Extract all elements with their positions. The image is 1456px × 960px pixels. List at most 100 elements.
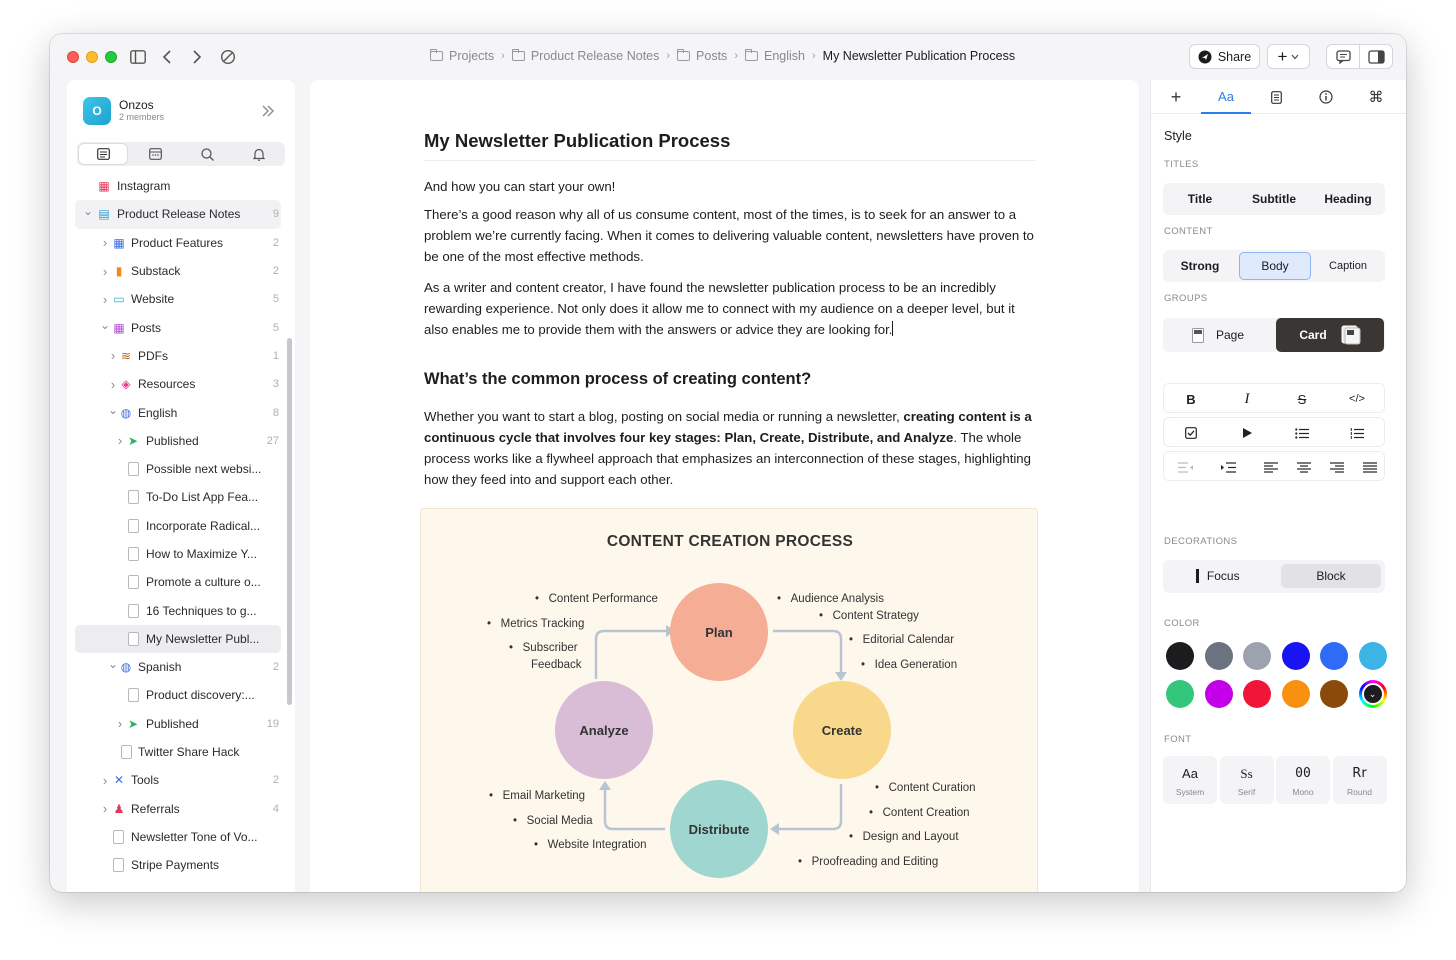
outdent-icon[interactable]: [1164, 452, 1207, 482]
minimize-window-button[interactable]: [86, 51, 98, 63]
color-swatch[interactable]: [1204, 642, 1233, 670]
chevron-right-icon[interactable]: ›: [100, 292, 110, 307]
color-swatch[interactable]: [1281, 680, 1310, 708]
chevron-right-icon[interactable]: ›: [100, 235, 110, 250]
tab-info[interactable]: [1301, 80, 1351, 114]
style-body-button[interactable]: Body: [1239, 252, 1311, 280]
tab-insert[interactable]: +: [1151, 80, 1201, 114]
double-chevron-right-icon[interactable]: [262, 104, 275, 122]
color-swatch[interactable]: [1243, 680, 1271, 708]
color-swatch[interactable]: [1204, 680, 1233, 708]
checkbox-icon[interactable]: [1164, 418, 1218, 448]
italic-icon[interactable]: I: [1220, 384, 1274, 414]
bell-icon[interactable]: [235, 144, 283, 164]
search-icon[interactable]: [183, 144, 231, 164]
sidebar-item[interactable]: To-Do List App Fea...: [67, 483, 289, 511]
content-process-figure[interactable]: CONTENT CREATION PROCESS Plan Create Dis…: [420, 508, 1038, 892]
code-icon[interactable]: </>: [1330, 384, 1384, 414]
style-heading-button[interactable]: Heading: [1313, 185, 1383, 213]
calendar-view-icon[interactable]: [131, 144, 179, 164]
color-swatch[interactable]: [1166, 642, 1194, 670]
add-menu-button[interactable]: +: [1267, 44, 1310, 69]
chevron-down-icon[interactable]: ⌄: [83, 204, 93, 218]
sidebar-item[interactable]: › ≋ PDFs 1: [67, 342, 289, 370]
sidebar-item[interactable]: › ➤ Published 19: [67, 710, 289, 738]
document-body[interactable]: My Newsletter Publication Process And ho…: [424, 130, 1036, 490]
indent-icon[interactable]: [1207, 452, 1250, 482]
decoration-block-button[interactable]: Block: [1281, 564, 1381, 588]
sidebar-item[interactable]: ⌄ ▤ Product Release Notes 9: [75, 200, 281, 229]
align-center-icon[interactable]: [1287, 452, 1320, 482]
color-swatch[interactable]: [1243, 642, 1271, 670]
chevron-down-icon[interactable]: ⌄: [108, 657, 118, 671]
chevron-right-icon[interactable]: ›: [108, 377, 118, 392]
sidebar-scrollbar[interactable]: [287, 338, 292, 705]
color-swatch[interactable]: [1281, 642, 1310, 670]
section-heading[interactable]: What’s the common process of creating co…: [424, 370, 1036, 389]
document-subtitle[interactable]: And how you can start your own!: [424, 176, 1036, 197]
sync-icon[interactable]: [217, 46, 239, 68]
bullet-list-icon[interactable]: [1275, 418, 1329, 448]
style-caption-button[interactable]: Caption: [1313, 252, 1383, 280]
paragraph-3[interactable]: Whether you want to start a blog, postin…: [424, 406, 1036, 490]
font-option-system[interactable]: Aa System: [1163, 756, 1217, 804]
sidebar-item[interactable]: › ➤ Published 27: [67, 427, 289, 455]
bold-icon[interactable]: B: [1164, 384, 1218, 414]
breadcrumb-projects[interactable]: Projects: [430, 49, 494, 63]
sidebar-item[interactable]: ⌄ ◍ Spanish 2: [67, 653, 289, 681]
chevron-down-icon[interactable]: ⌄: [100, 318, 110, 332]
color-swatch[interactable]: [1358, 642, 1387, 670]
sidebar-item[interactable]: My Newsletter Publ...: [75, 624, 281, 654]
chevron-right-icon[interactable]: ›: [100, 773, 110, 788]
font-option-round[interactable]: Rr Round: [1332, 756, 1387, 804]
sidebar-item[interactable]: Incorporate Radical...: [67, 512, 289, 540]
tab-shortcuts[interactable]: ⌘: [1351, 80, 1401, 114]
chevron-right-icon[interactable]: ›: [108, 348, 118, 363]
group-page-button[interactable]: Page: [1165, 320, 1271, 350]
style-title-button[interactable]: Title: [1165, 185, 1235, 213]
sidebar-item[interactable]: ▦ Instagram: [67, 172, 289, 200]
chevron-right-icon[interactable]: ›: [115, 433, 125, 448]
sidebar-item[interactable]: Stripe Payments: [67, 851, 289, 879]
align-left-icon[interactable]: [1254, 452, 1287, 482]
back-icon[interactable]: [156, 46, 178, 68]
documents-view-icon[interactable]: [79, 144, 127, 164]
sidebar-item[interactable]: › ▭ Website 5: [67, 285, 289, 313]
sidebar-item[interactable]: › ✕ Tools 2: [67, 766, 289, 794]
decoration-focus-button[interactable]: Focus: [1165, 562, 1271, 590]
numbered-list-icon[interactable]: [1330, 418, 1384, 448]
sidebar-item[interactable]: › ◈ Resources 3: [67, 370, 289, 398]
sidebar-item[interactable]: Newsletter Tone of Vo...: [67, 823, 289, 851]
justify-icon[interactable]: [1353, 452, 1386, 482]
color-swatch[interactable]: [1166, 680, 1194, 708]
sidebar-item[interactable]: Possible next websi...: [67, 455, 289, 483]
group-card-button[interactable]: Card: [1276, 318, 1384, 352]
close-window-button[interactable]: [67, 51, 79, 63]
comments-button[interactable]: [1326, 44, 1360, 69]
breadcrumb-english[interactable]: English: [744, 49, 805, 63]
sidebar-item[interactable]: ⌄ ◍ English 8: [67, 398, 289, 426]
color-swatch[interactable]: [1320, 642, 1348, 670]
chevron-down-icon[interactable]: ⌄: [108, 403, 118, 417]
custom-color-picker-icon[interactable]: ⌄: [1358, 680, 1387, 708]
style-strong-button[interactable]: Strong: [1165, 252, 1235, 280]
zoom-window-button[interactable]: [105, 51, 117, 63]
strikethrough-icon[interactable]: S: [1275, 384, 1329, 414]
chevron-right-icon[interactable]: ›: [115, 716, 125, 731]
forward-icon[interactable]: [186, 46, 208, 68]
font-option-mono[interactable]: 00 Mono: [1276, 756, 1330, 804]
sidebar-item[interactable]: 16 Techniques to g...: [67, 596, 289, 624]
tab-style[interactable]: Aa: [1201, 80, 1251, 114]
font-option-serif[interactable]: Ss Serif: [1219, 756, 1274, 804]
style-subtitle-button[interactable]: Subtitle: [1239, 185, 1309, 213]
sidebar-item[interactable]: Promote a culture o...: [67, 568, 289, 596]
paragraph-1[interactable]: There’s a good reason why all of us cons…: [424, 204, 1036, 267]
sidebar-item[interactable]: › ▮ Substack 2: [67, 257, 289, 285]
share-button[interactable]: Share: [1189, 44, 1260, 69]
workspace-switcher[interactable]: O Onzos 2 members: [83, 97, 164, 125]
chevron-right-icon[interactable]: ›: [100, 264, 110, 279]
tab-document[interactable]: [1251, 80, 1301, 114]
paragraph-2[interactable]: As a writer and content creator, I have …: [424, 277, 1036, 340]
color-swatch[interactable]: [1320, 680, 1348, 708]
chevron-right-icon[interactable]: ›: [100, 801, 110, 816]
